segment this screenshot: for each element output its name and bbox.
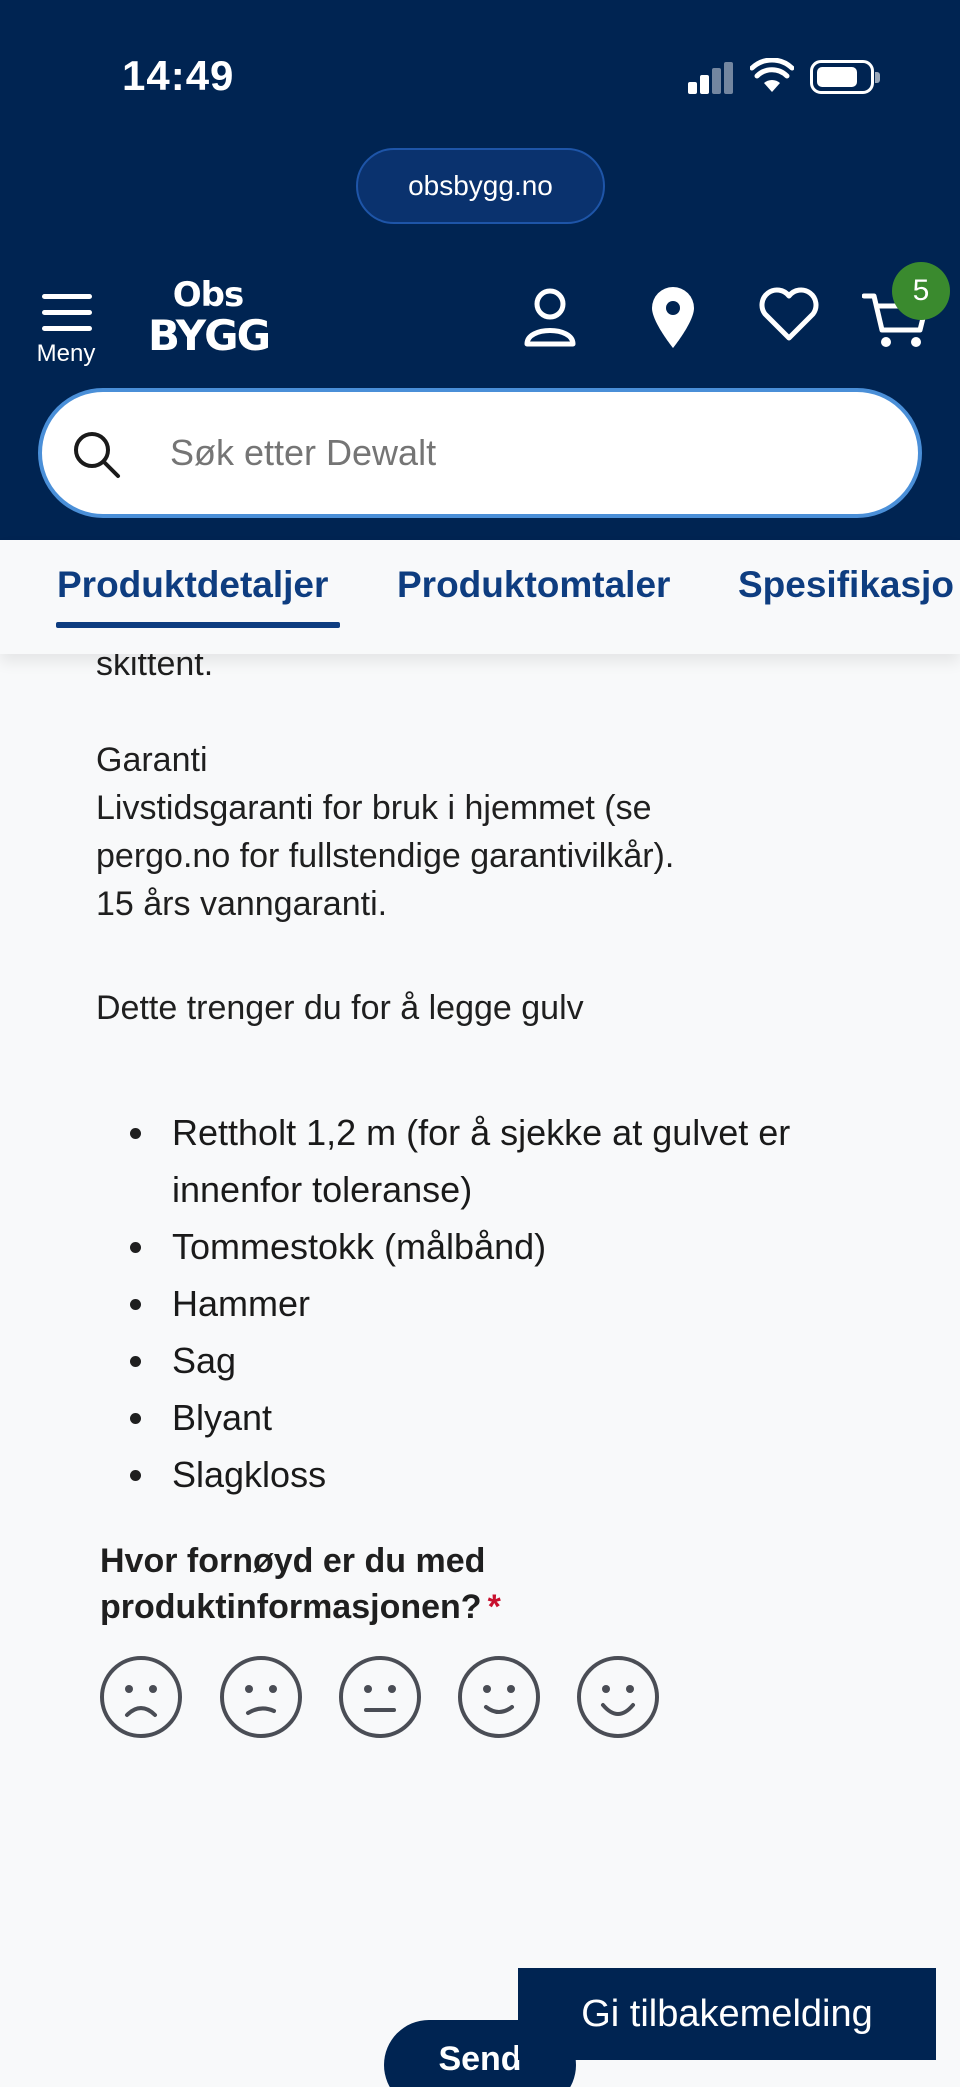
list-item: Rettholt 1,2 m (for å sjekke at gulvet e… xyxy=(96,1104,896,1218)
unhappy-face-icon[interactable] xyxy=(219,1655,303,1739)
wifi-icon xyxy=(750,58,794,92)
status-time: 14:49 xyxy=(122,52,235,99)
browser-url-bar[interactable]: obsbygg.no xyxy=(356,148,605,224)
rating-question-text: Hvor fornøyd er du med produktinformasjo… xyxy=(100,1542,486,1626)
battery-icon xyxy=(810,60,880,94)
warranty-line: 15 års vanngaranti. xyxy=(96,885,388,923)
active-tab-indicator xyxy=(56,622,340,628)
list-item: Slagkloss xyxy=(96,1446,896,1503)
list-item: Blyant xyxy=(96,1389,896,1446)
required-marker: * xyxy=(487,1588,501,1626)
warranty-line: pergo.no for fullstendige garantivilkår)… xyxy=(96,837,675,875)
obs-bygg-logo[interactable]: Obs BYGG xyxy=(148,276,271,360)
rating-question: Hvor fornøyd er du med produktinformasjo… xyxy=(100,1538,660,1630)
product-tabs: Produktdetaljer Produktomtaler Spesifika… xyxy=(0,540,960,654)
warranty-line: Livstidsgaranti for bruk i hjemmet (se xyxy=(96,789,652,827)
list-item: Tommestokk (målbånd) xyxy=(96,1218,896,1275)
status-bar: 14:49 xyxy=(0,0,960,140)
search-bar[interactable] xyxy=(38,388,922,518)
neutral-face-icon[interactable] xyxy=(338,1655,422,1739)
cart-count-badge: 5 xyxy=(892,262,950,320)
product-description: skittent. Garanti Livstidsgaranti for br… xyxy=(96,640,896,1032)
list-item: Sag xyxy=(96,1332,896,1389)
warranty-title: Garanti xyxy=(96,741,208,779)
happy-face-icon[interactable] xyxy=(457,1655,541,1739)
tools-heading: Dette trenger du for å legge gulv xyxy=(96,989,584,1027)
give-feedback-button[interactable]: Gi tilbakemelding xyxy=(518,1968,936,2060)
search-icon xyxy=(74,432,120,478)
search-input[interactable] xyxy=(170,392,870,514)
account-icon[interactable] xyxy=(522,286,578,348)
list-item: Hammer xyxy=(96,1275,896,1332)
very-happy-face-icon[interactable] xyxy=(576,1655,660,1739)
site-header: 14:49 obsbygg.no Meny Obs BYGG 5 Søk ett… xyxy=(0,0,960,540)
tools-list: Rettholt 1,2 m (for å sjekke at gulvet e… xyxy=(96,1104,896,1503)
tab-produktdetaljer[interactable]: Produktdetaljer xyxy=(57,564,328,606)
menu-button[interactable]: Meny xyxy=(30,288,102,368)
tab-spesifikasjoner[interactable]: Spesifikasjo xyxy=(738,564,954,606)
heart-icon[interactable] xyxy=(758,286,820,342)
store-location-icon[interactable] xyxy=(648,286,698,350)
tab-produktomtaler[interactable]: Produktomtaler xyxy=(397,564,670,606)
cellular-signal-icon xyxy=(688,62,734,94)
menu-label: Meny xyxy=(36,340,96,367)
very-unhappy-face-icon[interactable] xyxy=(99,1655,183,1739)
